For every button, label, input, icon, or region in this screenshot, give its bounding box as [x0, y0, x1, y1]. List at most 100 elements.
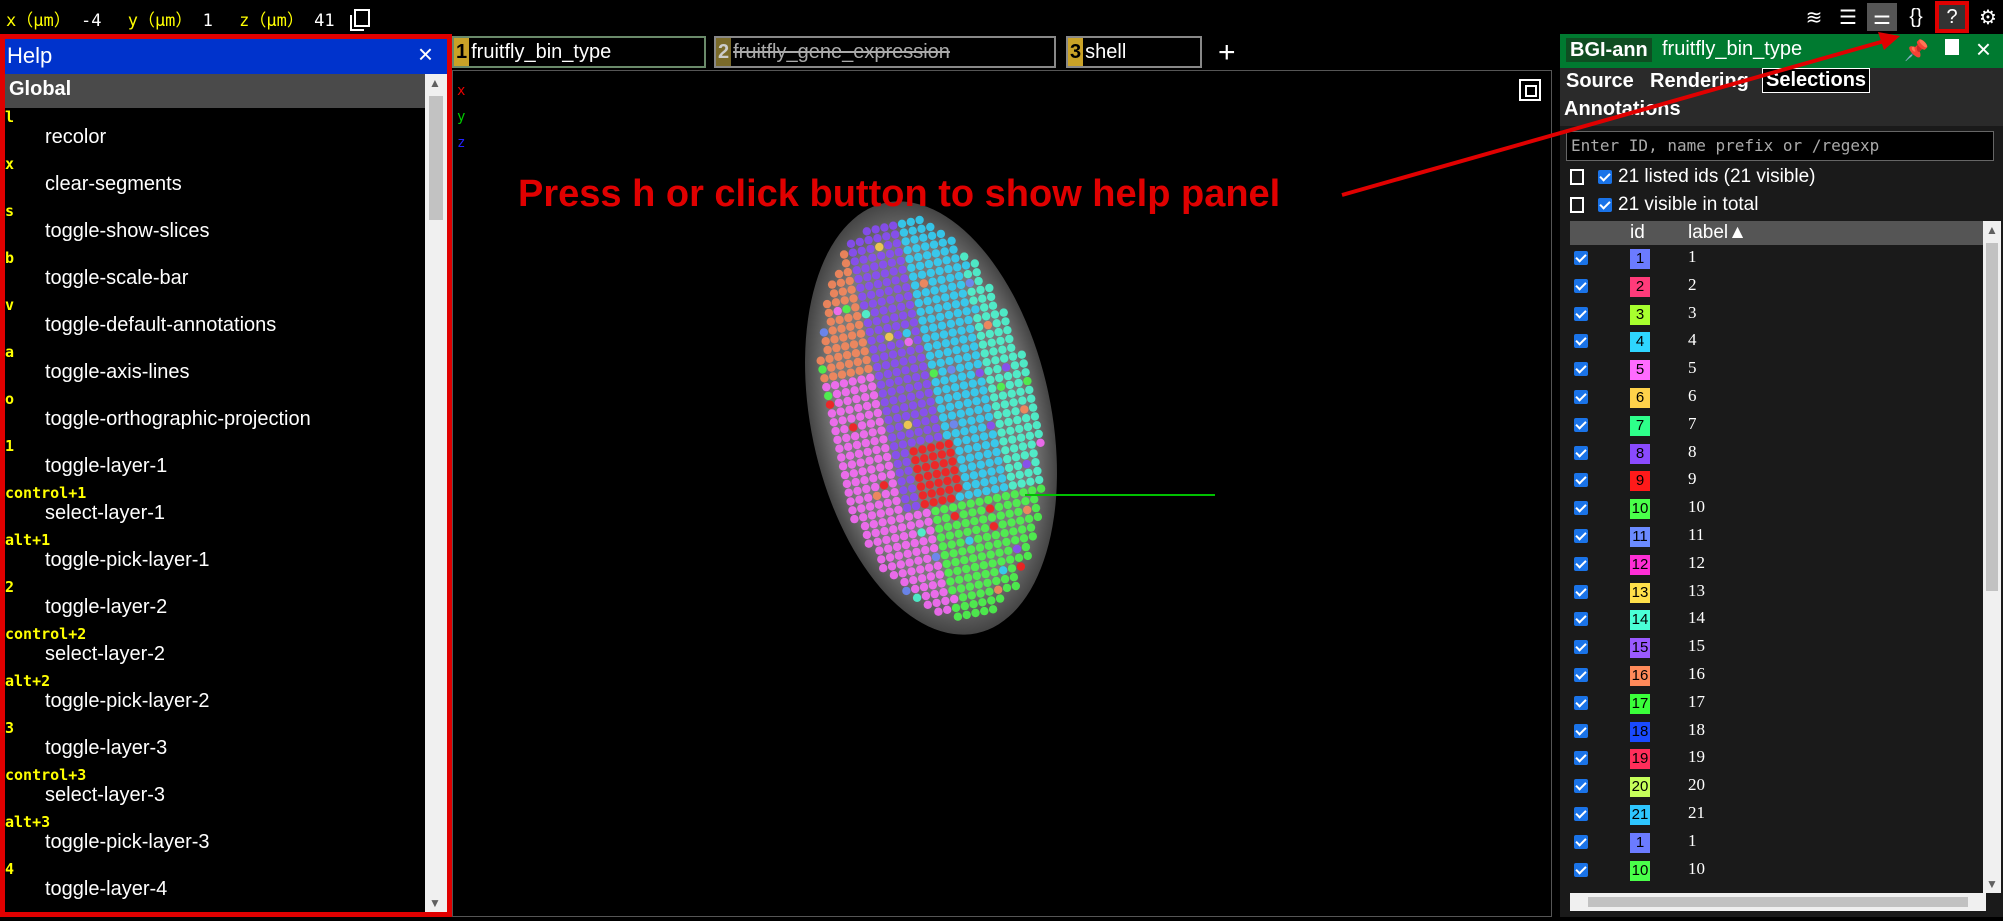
segment-id-chip[interactable]: 15: [1630, 638, 1650, 659]
segment-row[interactable]: 33: [1570, 301, 1986, 329]
listed-visibility-checkbox[interactable]: [1598, 169, 1612, 184]
segment-id-chip[interactable]: 5: [1630, 360, 1650, 381]
segment-row[interactable]: 15 15: [1570, 634, 1986, 662]
json-braces-icon[interactable]: {}: [1901, 3, 1931, 31]
segment-row[interactable]: 11: [1570, 245, 1986, 273]
segment-visibility-checkbox[interactable]: [1574, 584, 1588, 599]
segment-id-chip[interactable]: 1: [1630, 249, 1650, 269]
add-layer-button[interactable]: +: [1218, 36, 1236, 70]
segment-visibility-checkbox[interactable]: [1574, 389, 1588, 404]
y-coord-value[interactable]: 1: [203, 11, 213, 31]
scroll-up-icon[interactable]: ▲: [429, 76, 441, 90]
segment-row[interactable]: 21 21: [1570, 801, 1986, 829]
segment-row[interactable]: 11 11: [1570, 523, 1986, 551]
segment-visibility-checkbox[interactable]: [1574, 251, 1588, 265]
close-icon[interactable]: ×: [418, 39, 433, 70]
hscroll-thumb[interactable]: [1588, 897, 1968, 907]
segment-id-chip[interactable]: 7: [1630, 415, 1650, 436]
segment-id-chip[interactable]: 10: [1630, 860, 1650, 881]
segment-visibility-checkbox[interactable]: [1574, 834, 1588, 849]
close-icon[interactable]: ×: [1976, 34, 1991, 65]
tab-layer-1[interactable]: 1 fruitfly_bin_type: [452, 36, 706, 68]
segment-id-chip[interactable]: 16: [1630, 665, 1650, 686]
segment-visibility-checkbox[interactable]: [1574, 473, 1588, 488]
segment-id-chip[interactable]: 1: [1630, 832, 1650, 853]
segment-id-chip[interactable]: 8: [1630, 443, 1650, 464]
segment-visibility-checkbox[interactable]: [1574, 640, 1588, 655]
z-coord-value[interactable]: 41: [314, 11, 334, 31]
segment-id-chip[interactable]: 18: [1630, 721, 1650, 742]
segment-visibility-checkbox[interactable]: [1574, 417, 1588, 432]
segment-row[interactable]: 55: [1570, 356, 1986, 384]
scroll-thumb[interactable]: [1986, 243, 1998, 591]
segment-id-chip[interactable]: 9: [1630, 471, 1650, 492]
segment-id-chip[interactable]: 17: [1630, 693, 1650, 714]
label-column-header[interactable]: label▲: [1688, 222, 1747, 244]
layers-icon[interactable]: ≋: [1799, 3, 1829, 31]
visible-visibility-checkbox[interactable]: [1598, 197, 1612, 212]
segment-filter-input[interactable]: Enter ID, name prefix or /regexp: [1566, 131, 1994, 161]
x-coord-value[interactable]: -4: [81, 11, 101, 31]
segment-row[interactable]: 10 10: [1570, 857, 1986, 885]
segment-row[interactable]: 66: [1570, 384, 1986, 412]
tab-rendering[interactable]: Rendering: [1650, 70, 1749, 93]
segment-visibility-checkbox[interactable]: [1574, 445, 1588, 460]
segment-row[interactable]: 11: [1570, 829, 1986, 857]
segment-row[interactable]: 19 19: [1570, 745, 1986, 773]
id-column-header[interactable]: id: [1630, 222, 1645, 244]
segment-visibility-checkbox[interactable]: [1574, 278, 1588, 293]
segment-visibility-checkbox[interactable]: [1574, 779, 1588, 794]
segment-row[interactable]: 22: [1570, 273, 1986, 301]
trash-icon[interactable]: [1945, 39, 1959, 55]
segment-row[interactable]: 99: [1570, 467, 1986, 495]
copy-icon[interactable]: [1570, 196, 1584, 213]
segment-row[interactable]: 77: [1570, 412, 1986, 440]
scroll-down-icon[interactable]: ▼: [1986, 877, 1998, 891]
segment-visibility-checkbox[interactable]: [1574, 556, 1588, 571]
help-question-icon[interactable]: ?: [1935, 1, 1969, 33]
segment-row[interactable]: 12 12: [1570, 551, 1986, 579]
segment-visibility-checkbox[interactable]: [1574, 501, 1588, 516]
segment-visibility-checkbox[interactable]: [1574, 862, 1588, 877]
segment-table-hscrollbar[interactable]: [1570, 893, 1986, 911]
segment-id-chip[interactable]: 4: [1630, 332, 1650, 353]
segment-visibility-checkbox[interactable]: [1574, 612, 1588, 627]
segment-id-chip[interactable]: 19: [1630, 749, 1650, 770]
3d-viewer[interactable]: x y z Press h or click button to show he…: [452, 70, 1552, 917]
tab-layer-2[interactable]: 2 fruitfly_gene_expression: [714, 36, 1056, 68]
segment-row[interactable]: 18 18: [1570, 718, 1986, 746]
layer-name-field[interactable]: BGI-ann: [1566, 38, 1652, 62]
segment-visibility-checkbox[interactable]: [1574, 806, 1588, 821]
segment-id-chip[interactable]: 21: [1630, 804, 1650, 825]
segment-visibility-checkbox[interactable]: [1574, 528, 1588, 543]
segment-row[interactable]: 10 10: [1570, 495, 1986, 523]
segment-visibility-checkbox[interactable]: [1574, 695, 1588, 710]
tab-layer-3[interactable]: 3 shell: [1066, 36, 1202, 68]
settings-sliders-icon[interactable]: ⚌: [1867, 3, 1897, 31]
segment-row[interactable]: 88: [1570, 440, 1986, 468]
segment-visibility-checkbox[interactable]: [1574, 306, 1588, 321]
segment-id-chip[interactable]: 3: [1630, 304, 1650, 325]
segment-row[interactable]: 44: [1570, 328, 1986, 356]
tab-selections[interactable]: Selections: [1762, 68, 1871, 93]
segment-id-chip[interactable]: 10: [1630, 499, 1650, 520]
tab-source[interactable]: Source: [1566, 70, 1634, 93]
segment-id-chip[interactable]: 13: [1630, 582, 1650, 603]
segment-visibility-checkbox[interactable]: [1574, 751, 1588, 766]
segment-row[interactable]: 17 17: [1570, 690, 1986, 718]
segment-row[interactable]: 20 20: [1570, 773, 1986, 801]
segment-id-chip[interactable]: 12: [1630, 554, 1650, 575]
gear-icon[interactable]: ⚙: [1973, 3, 2003, 31]
segment-table-scrollbar[interactable]: ▲ ▼: [1983, 221, 2001, 893]
scroll-up-icon[interactable]: ▲: [1986, 223, 1998, 237]
segment-id-chip[interactable]: 11: [1630, 526, 1650, 547]
segment-row[interactable]: 16 16: [1570, 662, 1986, 690]
segment-row[interactable]: 13 13: [1570, 579, 1986, 607]
segment-visibility-checkbox[interactable]: [1574, 723, 1588, 738]
segment-id-chip[interactable]: 14: [1630, 610, 1650, 631]
scroll-thumb[interactable]: [429, 96, 443, 220]
segment-row[interactable]: 14 14: [1570, 606, 1986, 634]
segment-id-chip[interactable]: 2: [1630, 276, 1650, 297]
segment-id-chip[interactable]: 20: [1630, 777, 1650, 798]
segment-id-chip[interactable]: 6: [1630, 387, 1650, 408]
